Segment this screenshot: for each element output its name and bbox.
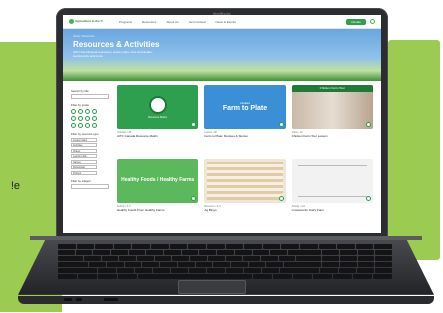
grade-option[interactable] [85, 123, 90, 128]
thumb-caption: Resource Matrix [148, 115, 168, 119]
search-label: Search by title [71, 89, 89, 93]
promo-background-right [388, 40, 440, 260]
thumb-big-text: Farm to Plate [222, 105, 268, 112]
page-subtitle: AITC has bilingual resources, lesson pla… [73, 50, 153, 58]
card-thumbnail[interactable] [291, 159, 373, 203]
card-thumbnail[interactable]: Canada's Farm to Plate [204, 85, 286, 129]
thumb-big-text: Healthy Foods / Healthy Farms [121, 177, 195, 184]
type-option[interactable]: Downloads [71, 165, 97, 169]
card-title[interactable]: Farm to Plate: Recipes & Stories [204, 134, 285, 139]
hero-banner: Home / Resources Resources & Activities … [63, 29, 381, 81]
type-option[interactable]: Lesson plans [71, 137, 97, 142]
usb-port-icon [76, 298, 82, 301]
video-still [291, 92, 373, 129]
resource-card[interactable]: Resource • K-3 Ag Bingo [204, 159, 286, 229]
search-input[interactable] [71, 94, 109, 99]
card-title[interactable]: Healthy Foods From Healthy Farms [117, 208, 198, 213]
card-title[interactable]: AITC Canada Resource Matrix [117, 134, 198, 139]
site-logo[interactable]: Agriculture in the Classroom [69, 19, 105, 24]
nav-link-about[interactable]: About Us [166, 20, 178, 24]
header-actions: Donate [346, 18, 375, 25]
grade-option[interactable] [85, 109, 90, 114]
resource-card[interactable]: Healthy Foods / Healthy Farms Activity •… [117, 159, 199, 229]
type-option[interactable]: Activities [71, 143, 97, 147]
type-option[interactable]: Games [71, 159, 97, 164]
card-title[interactable]: Crosswords: Dairy Farm [292, 208, 373, 213]
main-nav: Programs Resources About Us Get Involved… [119, 20, 236, 24]
resource-type-icon [278, 122, 284, 127]
resource-card[interactable]: Resource Matrix Activities • All AITC Ca… [117, 85, 199, 155]
resource-grid: Resource Matrix Activities • All AITC Ca… [117, 85, 373, 229]
type-label: Filter by resource type [71, 132, 99, 136]
resources-content: Search by title Filter by grade Filter b… [63, 81, 381, 233]
subject-select[interactable] [71, 183, 109, 189]
card-slot-icon [104, 298, 118, 301]
nav-link-news[interactable]: News & Events [216, 20, 236, 24]
card-thumbnail[interactable]: Healthy Foods / Healthy Farms [117, 159, 199, 203]
grade-option[interactable] [71, 116, 76, 121]
promo-text-fragment: e! [10, 180, 20, 192]
grade-option[interactable] [85, 116, 90, 121]
card-title[interactable]: Chicken Farm Tour Lesson [292, 134, 373, 139]
card-title[interactable]: Ag Bingo [204, 208, 285, 213]
page-title: Resources & Activities [73, 40, 160, 49]
resource-card[interactable]: Activity • 4-6 Crosswords: Dairy Farm [291, 159, 373, 229]
type-option[interactable]: Learning kits [71, 154, 97, 158]
laptop-screen: Agriculture in the Classroom Programs Re… [63, 15, 381, 233]
leaf-logo-icon [69, 19, 74, 24]
breadcrumb[interactable]: Home / Resources [73, 35, 371, 38]
thumb-header-text: Chicken Farm Tour [291, 85, 373, 92]
grade-option[interactable] [92, 109, 97, 114]
grade-option[interactable] [78, 123, 83, 128]
resource-type-icon [366, 196, 371, 201]
site-header: Agriculture in the Classroom Programs Re… [63, 15, 381, 29]
keyboard [57, 244, 393, 279]
crossword-image [297, 165, 367, 197]
resource-card[interactable]: Chicken Farm Tour Video • All Chicken Fa… [291, 85, 373, 155]
grade-option[interactable] [71, 123, 76, 128]
bingo-card-image [207, 162, 283, 200]
seal-icon [148, 95, 167, 114]
resource-type-icon [191, 196, 197, 201]
resource-type-icon [191, 122, 197, 127]
nav-link-get-involved[interactable]: Get Involved [189, 20, 206, 24]
card-thumbnail[interactable]: Chicken Farm Tour [291, 85, 373, 129]
type-option[interactable]: Videos [71, 148, 97, 153]
card-thumbnail[interactable] [204, 159, 286, 203]
resource-card[interactable]: Canada's Farm to Plate Lesson • All Farm… [204, 85, 286, 155]
grade-option[interactable] [71, 109, 76, 114]
filter-sidebar: Search by title Filter by grade Filter b… [71, 85, 109, 229]
search-icon[interactable] [370, 19, 375, 24]
logo-text: Agriculture in the Classroom [75, 20, 103, 23]
touchpad[interactable] [178, 280, 246, 294]
resource-type-icon [366, 122, 371, 127]
type-option[interactable]: Posters [71, 170, 97, 175]
nav-link-programs[interactable]: Programs [119, 20, 132, 24]
grade-option[interactable] [78, 109, 83, 114]
grade-option[interactable] [92, 123, 97, 128]
laptop-hinge [30, 236, 422, 240]
grade-option[interactable] [92, 116, 97, 121]
grade-option[interactable] [78, 116, 83, 121]
card-thumbnail[interactable]: Resource Matrix [117, 85, 199, 129]
grade-filter-grid [71, 109, 109, 128]
resource-type-icon [278, 196, 284, 201]
nav-link-resources[interactable]: Resources [142, 20, 156, 24]
usb-port-icon [64, 298, 72, 301]
subject-label: Filter by subject [71, 178, 91, 183]
grade-label: Filter by grade [71, 103, 89, 107]
donate-button[interactable]: Donate [346, 18, 366, 25]
